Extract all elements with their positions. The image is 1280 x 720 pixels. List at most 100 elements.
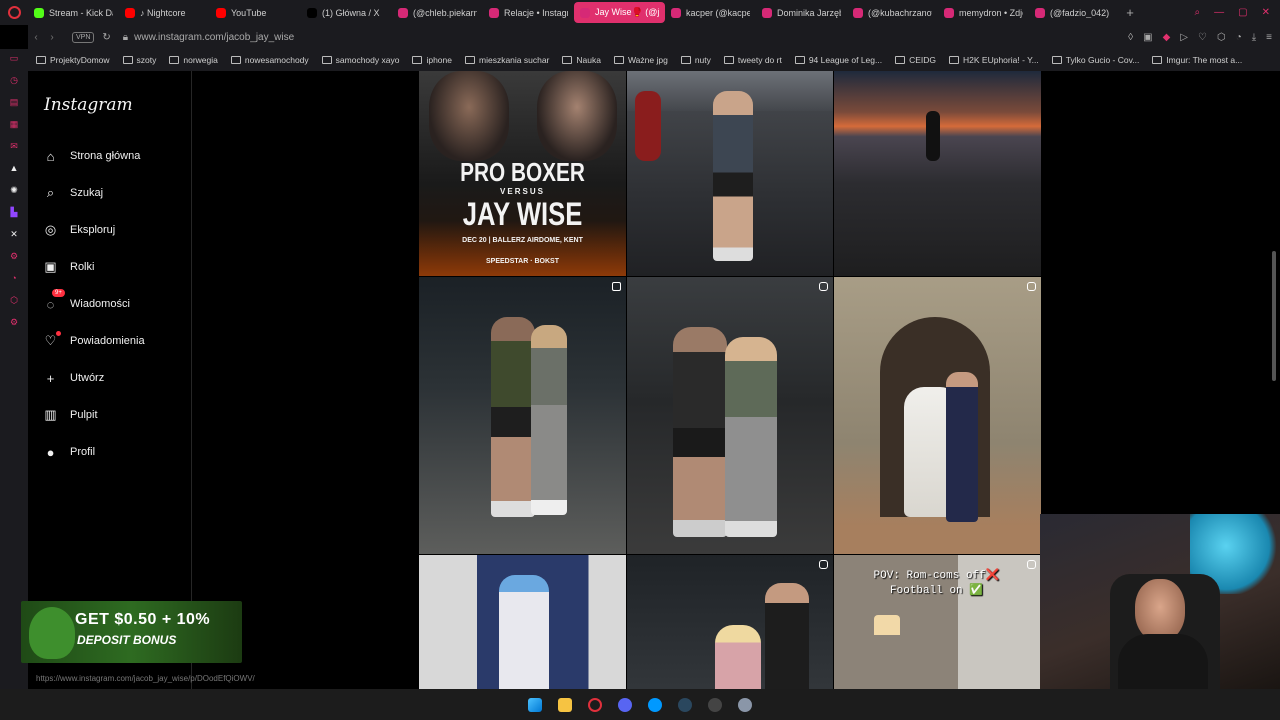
bookmark-label: Imgur: The most a...: [1166, 55, 1243, 65]
browser-tab[interactable]: (@chleb.piekarnia: [392, 2, 483, 23]
heart-bookmark-icon[interactable]: ♡: [1198, 32, 1207, 43]
browser-tab[interactable]: (@kubachrzanowski: [847, 2, 938, 23]
news-icon[interactable]: ▦: [10, 119, 19, 132]
wallet-icon[interactable]: ▤: [10, 97, 19, 110]
download-icon[interactable]: ⤓: [1252, 32, 1256, 43]
play-icon[interactable]: ▷: [1180, 32, 1188, 43]
settings-icon[interactable]: ⚙: [10, 251, 18, 264]
bookmark-label: 94 League of Leg...: [808, 55, 883, 65]
browser-tab[interactable]: Relacje • Instagram: [483, 2, 574, 23]
new-tab-button[interactable]: +: [1120, 5, 1140, 20]
steam-icon[interactable]: [678, 697, 692, 712]
selfie-woman: [531, 325, 567, 515]
post-tile-beach[interactable]: [834, 71, 1041, 276]
close-button[interactable]: ✕: [1262, 7, 1270, 18]
post-tile-selfie-2[interactable]: [627, 277, 833, 554]
settings-taskbar-icon[interactable]: [738, 697, 752, 712]
bookmark-icon[interactable]: ◊: [1128, 32, 1133, 43]
extensions-icon[interactable]: ⬡: [1217, 32, 1226, 43]
post-tile-pov[interactable]: POV: Rom-coms off❌ Football on ✅: [834, 555, 1041, 689]
bookmark-item[interactable]: Nauka: [562, 55, 601, 65]
folder-icon: [1051, 56, 1062, 64]
browser-tab[interactable]: ♪ Nightcore: [119, 2, 210, 23]
messenger-taskbar-icon[interactable]: [648, 697, 662, 712]
nav-item-heart[interactable]: ♡ Powiadomienia: [42, 331, 145, 350]
history-icon[interactable]: ◷: [10, 75, 18, 88]
tab-label: Jay Wise🥊 (@jacob_jay_wise): [595, 7, 659, 17]
bookmark-item[interactable]: 94 League of Leg...: [794, 55, 883, 65]
post-tile-poster[interactable]: PRO BOXER VERSUS JAY WISE DEC 20 | BALLE…: [419, 71, 626, 276]
clock-icon[interactable]: ◔: [11, 273, 16, 286]
obs-icon[interactable]: [708, 697, 722, 712]
profile-icon[interactable]: ◔: [1236, 32, 1242, 43]
nav-item-plus[interactable]: + Utwórz: [42, 369, 145, 387]
bookmark-item[interactable]: Imgur: The most a...: [1152, 55, 1242, 65]
post-tile-selfie-1[interactable]: [419, 277, 626, 554]
browser-tab[interactable]: (1) Główna / X: [301, 2, 392, 23]
bookmark-item[interactable]: samochody xayo: [321, 55, 399, 65]
bookmark-item[interactable]: nuty: [680, 55, 711, 65]
folder-icon: [36, 56, 46, 64]
bookmark-item[interactable]: CEIDG: [895, 55, 936, 65]
pocket-icon[interactable]: ◆: [1163, 32, 1171, 43]
browser-tab[interactable]: kacper (@kacper: [665, 2, 756, 23]
nav-item-search[interactable]: ⌕ Szukaj: [42, 184, 145, 202]
bookmark-item[interactable]: nowesamochody: [230, 55, 309, 65]
tab-favicon-icon: [580, 7, 590, 18]
snapshot-icon[interactable]: ▣: [1143, 32, 1152, 43]
back-icon[interactable]: ‹: [28, 32, 44, 43]
bookmark-item[interactable]: H2K EUphoria! - Y...: [949, 55, 1039, 65]
workspace-icon[interactable]: ▭: [10, 53, 19, 66]
browser-tab[interactable]: Jay Wise🥊 (@jacob_jay_wise): [574, 2, 665, 23]
bookmark-item[interactable]: ProjektyDomow: [36, 55, 110, 65]
post-tile-mirror[interactable]: [419, 555, 626, 689]
scrollbar-thumb[interactable]: [1272, 251, 1276, 381]
twitch-icon[interactable]: ▙: [11, 207, 18, 220]
aria-icon[interactable]: ▲: [10, 163, 19, 176]
post-tile-gym-boxer[interactable]: [627, 71, 833, 276]
nav-item-compass[interactable]: ◎ Eksploruj: [42, 221, 145, 239]
discord-icon[interactable]: [618, 697, 632, 712]
bookmark-item[interactable]: tweety do rt: [723, 55, 782, 65]
nav-item-reels[interactable]: ▣ Rolki: [42, 258, 145, 276]
bookmark-item[interactable]: Tylko Gucio - Cov...: [1051, 55, 1139, 65]
browser-tab[interactable]: memydron • Zdjęcia: [938, 2, 1029, 23]
browser-tab[interactable]: Stream - Kick Dashboard: [28, 2, 119, 23]
chatgpt-icon[interactable]: ✺: [10, 185, 18, 198]
windows-taskbar: [0, 689, 1280, 720]
bookmark-item[interactable]: norwegia: [169, 55, 218, 65]
reel-icon: [1027, 560, 1036, 569]
mail-icon[interactable]: ✉: [10, 141, 18, 154]
opera-logo-icon[interactable]: [0, 0, 28, 25]
post-tile-gym-couple[interactable]: [627, 555, 833, 689]
bookmark-item[interactable]: szoty: [122, 55, 156, 65]
bookmark-item[interactable]: iphone: [412, 55, 452, 65]
page-scrollbar[interactable]: [1270, 71, 1278, 511]
bookmark-item[interactable]: mieszkania suchar: [465, 55, 549, 65]
menu-icon[interactable]: ≡: [1266, 32, 1272, 43]
x-icon[interactable]: ✕: [10, 229, 18, 242]
file-explorer-icon[interactable]: [558, 697, 572, 712]
maximize-button[interactable]: ▢: [1238, 7, 1247, 18]
forward-icon[interactable]: ›: [44, 32, 60, 43]
nav-item-dashboard[interactable]: ▥ Pulpit: [42, 406, 145, 424]
windows-start-icon[interactable]: [528, 697, 542, 712]
nav-item-home[interactable]: ⌂ Strona główna: [42, 147, 145, 165]
post-tile-wedding[interactable]: [834, 277, 1041, 554]
url-field[interactable]: www.instagram.com/jacob_jay_wise: [134, 32, 294, 43]
browser-tab[interactable]: (@fadzio_042): [1029, 2, 1120, 23]
instagram-logo[interactable]: Instagram: [44, 95, 133, 115]
nav-item-avatar[interactable]: ● Profil: [42, 443, 145, 461]
opera-gx-icon[interactable]: [588, 697, 602, 712]
vpn-badge[interactable]: VPN: [72, 31, 95, 43]
nav-item-messenger[interactable]: ◌ 9+ Wiadomości: [42, 289, 145, 313]
browser-tab[interactable]: YouTube: [210, 2, 301, 23]
browser-tab[interactable]: Dominika Jarzęb: [756, 2, 847, 23]
bookmark-item[interactable]: Ważne jpg: [613, 55, 668, 65]
reload-icon[interactable]: ↻: [102, 32, 110, 43]
extensions-side-icon[interactable]: ⬡: [10, 295, 18, 308]
search-tabs-icon[interactable]: ⌕: [1195, 7, 1201, 18]
minimize-button[interactable]: —: [1214, 7, 1224, 18]
gear-icon[interactable]: ⚙: [10, 317, 18, 330]
promo-mascot: [29, 607, 75, 659]
